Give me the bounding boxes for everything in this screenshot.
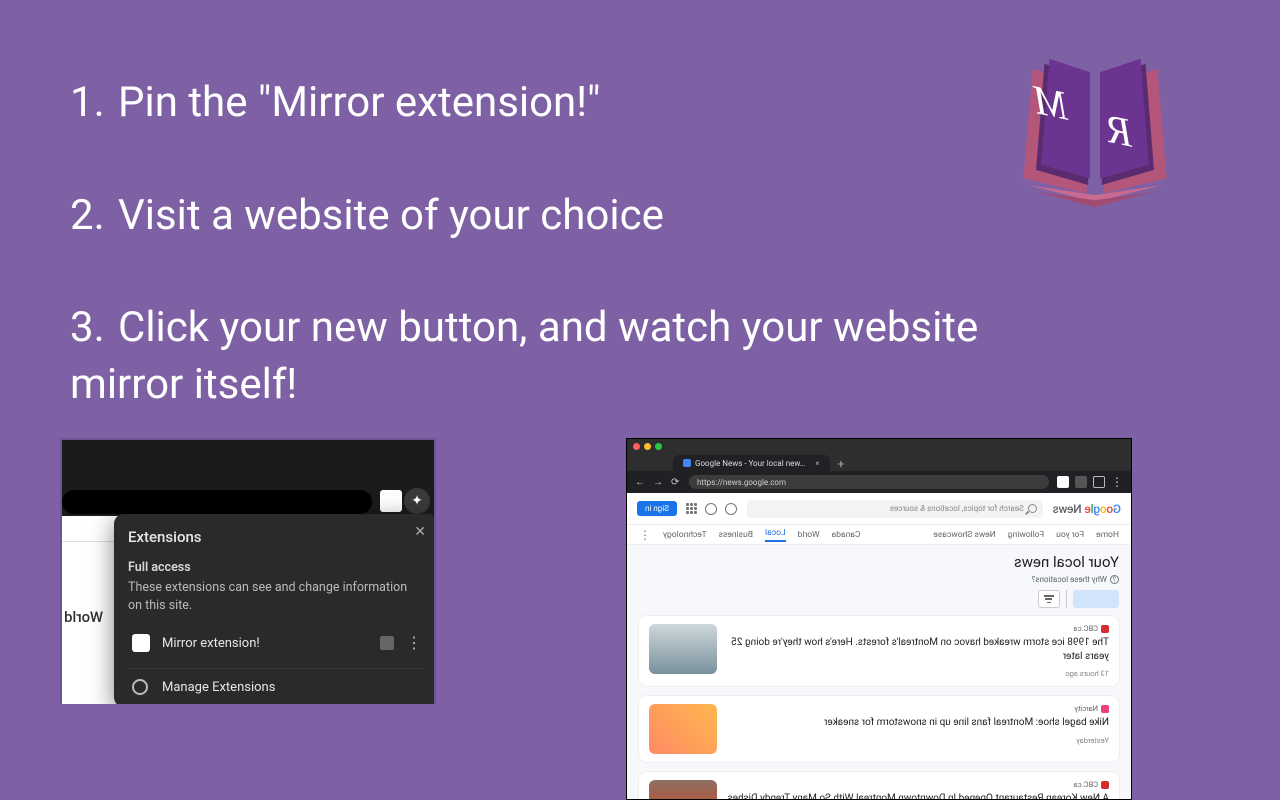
why-locations: ? Why these locations? [639,575,1119,584]
news-thumbnail [649,780,717,799]
search-placeholder: Search for topics, locations & sources [890,504,1024,513]
popover-access-heading: Full access [128,560,424,575]
traffic-light-min-icon [644,443,651,450]
popover-title: Extensions [128,528,424,546]
traffic-light-close-icon [633,443,640,450]
search-bar: Search for topics, locations & sources [747,500,1043,518]
instruction-step-2: 2.Visit a website of your choice [70,188,1060,245]
nav-local: Local [765,528,786,542]
mirror-extension-icon [132,634,150,652]
nav-following: Following [1008,530,1044,540]
news-headline: The 1998 ice storm wreaked havoc on Mont… [727,636,1109,663]
search-icon [1028,504,1037,513]
svg-text:R: R [1107,106,1133,156]
popover-access-desc: These extensions can see and change info… [128,579,424,614]
instruction-step-3: 3.Click your new button, and watch your … [70,300,1060,413]
google-news-logo: GoogleNews [1053,502,1121,516]
sign-in-button: Sign in [637,501,677,516]
tab-favicon [683,459,691,467]
news-card: Narcity Nike bagel shoe: Montreal fans l… [639,696,1119,762]
nav-showcase: News Showcase [933,530,995,540]
nav-technology: Technology [663,530,707,540]
news-headline: A New Korean Restaurant Opened In Downto… [727,792,1109,799]
news-time: Yesterday [727,736,1109,745]
tab-close-icon: × [815,459,819,468]
manage-extensions-label: Manage Extensions [162,680,275,695]
news-card: CBC.ca A New Korean Restaurant Opened In… [639,772,1119,799]
news-nav: Home For you Following News Showcase Can… [627,525,1131,545]
menu-kebab-icon: ⋮ [1111,475,1123,489]
url-bar: https://news.google.com [689,475,1049,489]
traffic-light-max-icon [655,443,662,450]
bookmark-icon [1093,476,1105,488]
extensions-popover: ✕ Extensions Full access These extension… [114,514,436,704]
instruction-step-1: 1.Pin the "Mirror extension!" [70,75,1060,132]
apps-grid-icon [685,503,697,515]
section-heading: Your local news [639,553,1119,571]
gear-icon [132,679,148,695]
nav-world: World [798,530,820,540]
news-card: CBC.ca The 1998 ice storm wreaked havoc … [639,616,1119,686]
mirrored-page-area: GoogleNews Search for topics, locations … [627,493,1131,799]
new-tab-icon: + [838,457,845,471]
extensions-puzzle-icon [1075,476,1087,488]
popover-extension-label: Mirror extension! [162,636,368,651]
pin-icon [380,636,394,650]
mirror-extension-toolbar-icon [380,490,402,512]
screenshot-mirrored-page: Google News - Your local new… × + ← → ⟳ … [626,438,1132,800]
close-icon: ✕ [414,524,426,540]
nav-business: Business [719,530,753,540]
news-headline: Nike bagel shoe: Montreal fans line up i… [727,716,1109,730]
screenshot-extensions-popover: ✦ ces World ✕ Extensions Full access The… [60,438,436,704]
popover-extension-item: Mirror extension! ⋮ [128,626,424,660]
location-chip-selected [1073,590,1119,608]
nav-back-icon: ← [635,477,645,487]
nav-fwd-icon: → [653,477,663,487]
kebab-icon: ⋮ [406,638,420,648]
news-time: 13 hours ago [727,669,1109,678]
popover-footer: Manage Extensions [128,668,424,697]
tab-title: Google News - Your local new… [695,459,805,468]
nav-home: Home [1096,530,1119,540]
question-icon: ? [1110,575,1119,584]
news-thumbnail [649,704,717,754]
address-bar [62,490,372,514]
mirrored-page-word: World [64,608,103,626]
browser-tab: Google News - Your local new… × [673,455,830,471]
instructions-list: 1.Pin the "Mirror extension!" 2.Visit a … [70,75,1060,470]
extensions-puzzle-icon: ✦ [404,488,430,514]
nav-reload-icon: ⟳ [671,477,681,487]
nav-canada: Canada [832,530,861,540]
nav-overflow-icon: ⋮ [639,528,651,542]
news-thumbnail [649,624,717,674]
filter-icon [1038,590,1060,608]
help-icon [725,503,737,515]
settings-gear-icon [705,503,717,515]
mirror-extension-toolbar-icon [1057,476,1069,488]
nav-foryou: For you [1056,530,1084,540]
